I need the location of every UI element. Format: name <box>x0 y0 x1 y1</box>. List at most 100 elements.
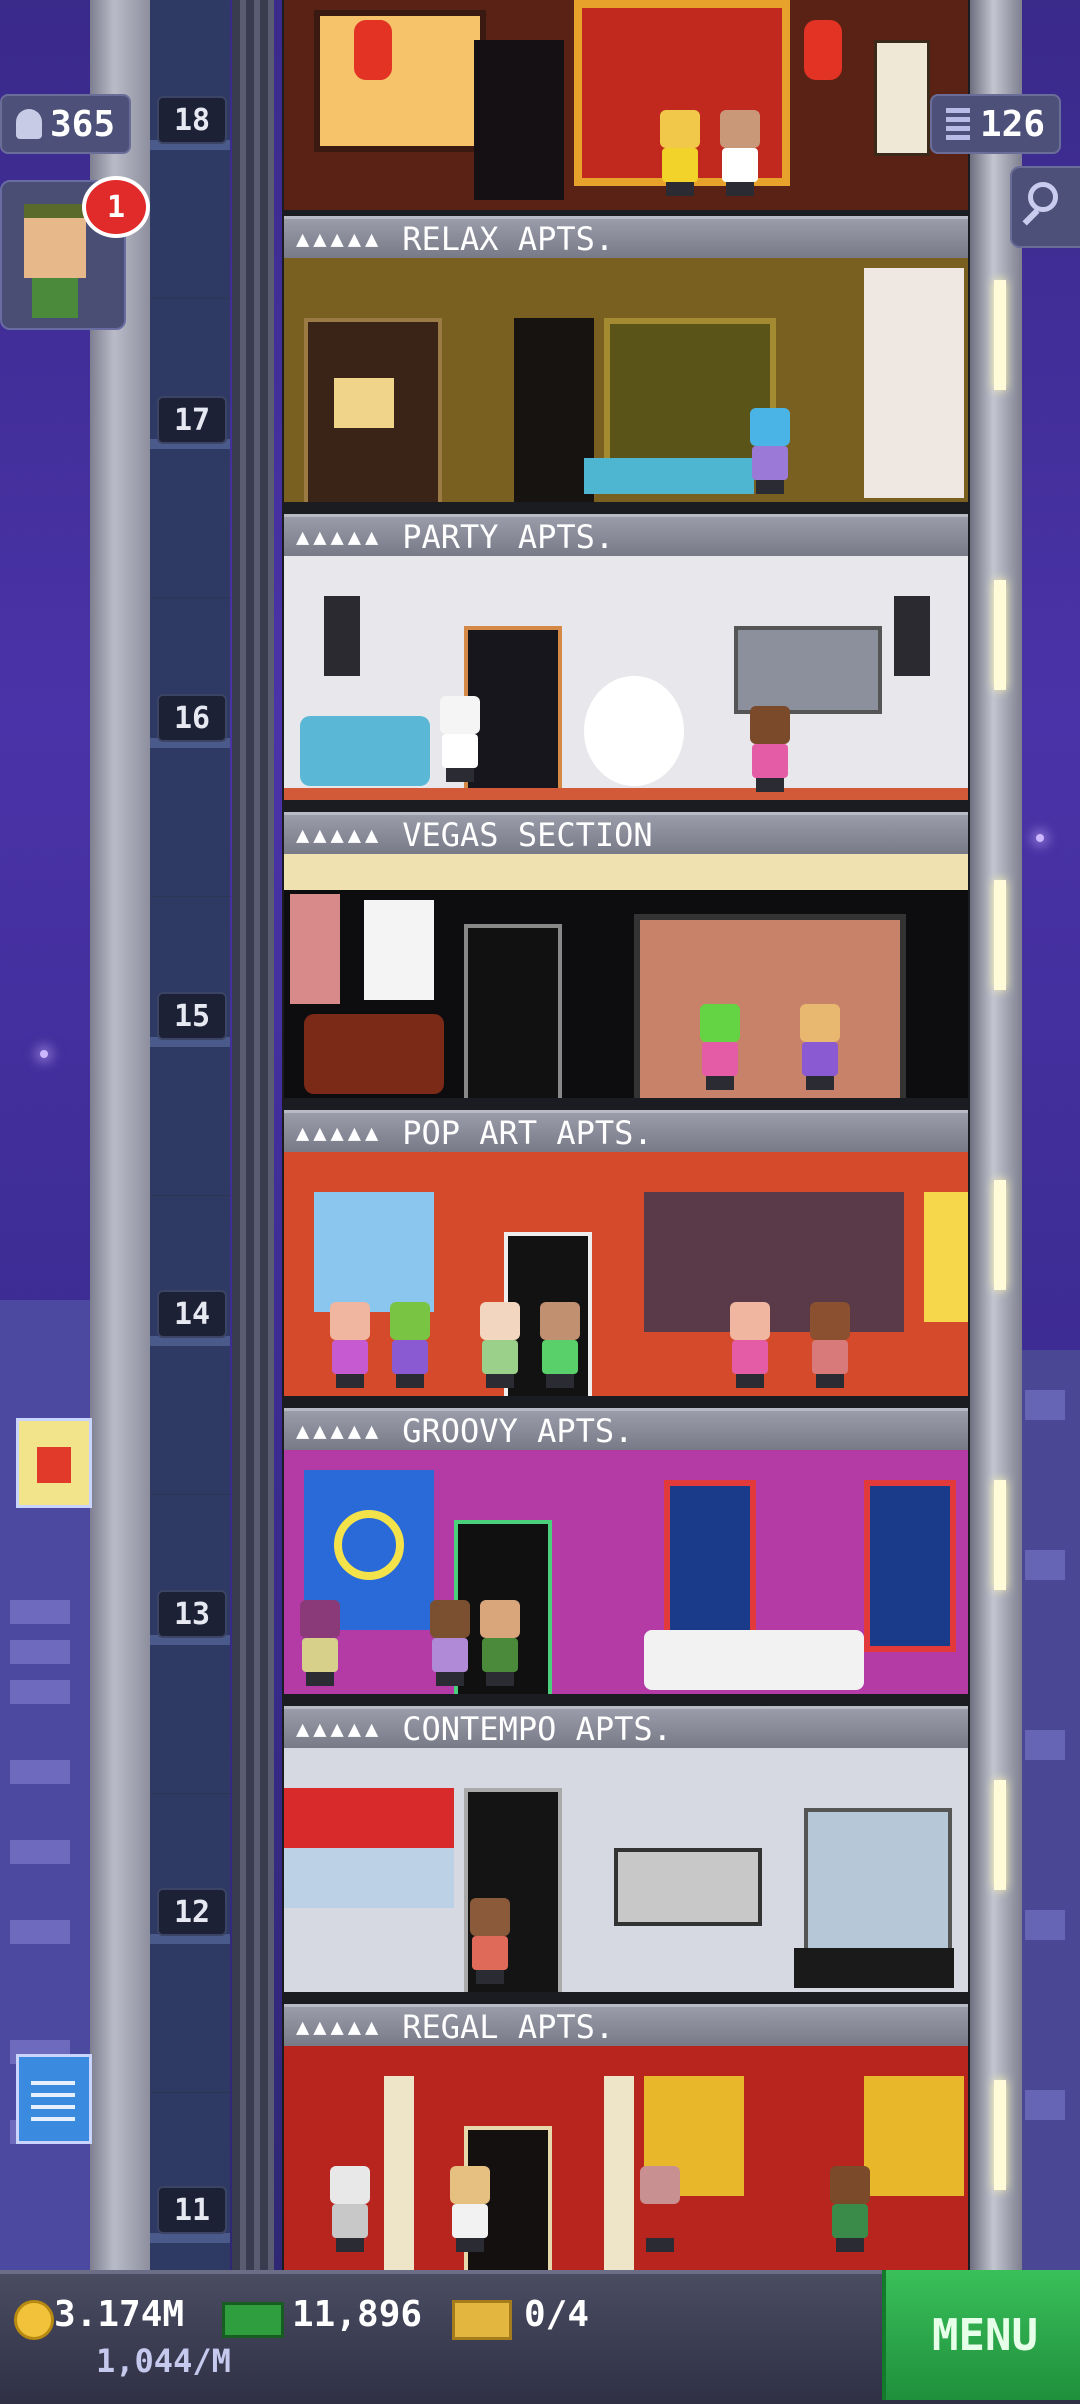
resident[interactable] <box>794 1004 846 1090</box>
population-value: 365 <box>50 103 116 145</box>
resident[interactable] <box>384 1302 436 1388</box>
coins-value[interactable]: 3.174M <box>54 2294 184 2335</box>
left-pillar <box>90 0 150 2270</box>
bux-value[interactable]: 11,896 <box>292 2294 422 2335</box>
resident[interactable] <box>294 1600 346 1686</box>
ticket-icon <box>452 2300 512 2340</box>
floor-sign: ▲▲▲▲▲ POP ART APTS. <box>284 1110 968 1156</box>
menu-button[interactable]: MENU <box>882 2270 1080 2400</box>
resident[interactable] <box>804 1302 856 1388</box>
doorway <box>514 318 594 502</box>
tv-screen <box>734 626 882 714</box>
floor-12[interactable] <box>284 1748 968 1992</box>
resident[interactable] <box>534 1302 586 1388</box>
lantern <box>354 20 392 80</box>
floor-sign: ▲▲▲▲▲ CONTEMPO APTS. <box>284 1706 968 1752</box>
window <box>284 1848 454 1908</box>
resident[interactable] <box>654 110 706 196</box>
pillar-light <box>994 1480 1006 1590</box>
pillar-light <box>994 2080 1006 2190</box>
resident[interactable] <box>424 1600 476 1686</box>
floor-13[interactable] <box>284 1450 968 1694</box>
resident[interactable] <box>694 1004 746 1090</box>
big-screen <box>634 914 906 1098</box>
floor-number-18: 18 <box>157 96 227 144</box>
coins-rate: 1,044/M <box>96 2342 231 2380</box>
floors-value: 126 <box>980 103 1046 145</box>
floor-number-14: 14 <box>157 1290 227 1338</box>
wall-art <box>614 1848 762 1926</box>
white-sofa <box>644 1630 864 1690</box>
floor-15[interactable] <box>284 854 968 1098</box>
lattice-window <box>314 10 486 152</box>
floor-sign-label: RELAX APTS. <box>402 220 615 258</box>
floor-rating-stars: ▲▲▲▲▲ <box>296 226 383 252</box>
side-tab-info[interactable] <box>16 2054 92 2144</box>
pillar-light <box>994 1180 1006 1290</box>
tickets-value[interactable]: 0/4 <box>524 2294 589 2335</box>
resident[interactable] <box>444 2166 496 2252</box>
resident[interactable] <box>724 1302 776 1388</box>
floor-rating-stars: ▲▲▲▲▲ <box>296 1716 383 1742</box>
scroll-banner <box>874 40 930 156</box>
visitor-avatar <box>24 204 86 278</box>
magnifier-handle <box>1022 208 1040 226</box>
star-decoration <box>40 1050 48 1058</box>
notification-badge: 1 <box>82 176 150 238</box>
floor-number-13: 13 <box>157 1590 227 1638</box>
peace-sign <box>334 1510 404 1580</box>
poster <box>290 894 340 1004</box>
floor-rating-stars: ▲▲▲▲▲ <box>296 822 383 848</box>
floor-rug <box>284 788 968 800</box>
column <box>384 2076 414 2270</box>
floor-14[interactable] <box>284 1152 968 1396</box>
resident[interactable] <box>324 1302 376 1388</box>
tv-stand <box>794 1948 954 1988</box>
pillar-light <box>994 880 1006 990</box>
side-tab-shop[interactable] <box>16 1418 92 1508</box>
coin-icon <box>14 2300 54 2340</box>
sofa <box>300 716 430 786</box>
resident[interactable] <box>474 1600 526 1686</box>
egg-chair <box>584 676 684 786</box>
resident[interactable] <box>434 696 486 782</box>
search-button[interactable] <box>1010 166 1080 248</box>
union-jack-panel <box>864 1480 956 1652</box>
population-counter[interactable]: 365 <box>0 94 132 154</box>
floor-sign-label: POP ART APTS. <box>402 1114 653 1152</box>
resident[interactable] <box>634 2166 686 2252</box>
fries-icon <box>37 1447 71 1483</box>
resident[interactable] <box>324 2166 376 2252</box>
couch <box>304 1014 444 1094</box>
resident[interactable] <box>464 1898 516 1984</box>
floor-18[interactable] <box>284 0 968 210</box>
floors-counter[interactable]: 126 <box>930 94 1062 154</box>
floor-17[interactable] <box>284 258 968 502</box>
doorway <box>464 924 562 1098</box>
floor-sign-label: PARTY APTS. <box>402 518 615 556</box>
pillar-light <box>994 580 1006 690</box>
curtain <box>864 268 964 498</box>
floor-lamp <box>334 378 394 428</box>
visitor-body <box>32 278 78 318</box>
floor-number-12: 12 <box>157 1888 227 1936</box>
floor-11[interactable] <box>284 2046 968 2270</box>
art-panel <box>924 1192 968 1322</box>
floor-rating-stars: ▲▲▲▲▲ <box>296 1120 383 1146</box>
resident[interactable] <box>744 706 796 792</box>
gold-curtain <box>864 2076 964 2196</box>
star-decoration <box>1036 834 1044 842</box>
floor-number-16: 16 <box>157 694 227 742</box>
doorway <box>474 40 564 200</box>
resident[interactable] <box>474 1302 526 1388</box>
floor-sign-label: CONTEMPO APTS. <box>402 1710 672 1748</box>
floor-16[interactable] <box>284 556 968 800</box>
resident[interactable] <box>714 110 766 196</box>
resident[interactable] <box>824 2166 876 2252</box>
cash-icon <box>222 2302 284 2338</box>
floor-rating-stars: ▲▲▲▲▲ <box>296 524 383 550</box>
floor-sign-label: REGAL APTS. <box>402 2008 615 2046</box>
bed <box>584 458 754 494</box>
resident[interactable] <box>744 408 796 494</box>
floor-number-17: 17 <box>157 396 227 444</box>
